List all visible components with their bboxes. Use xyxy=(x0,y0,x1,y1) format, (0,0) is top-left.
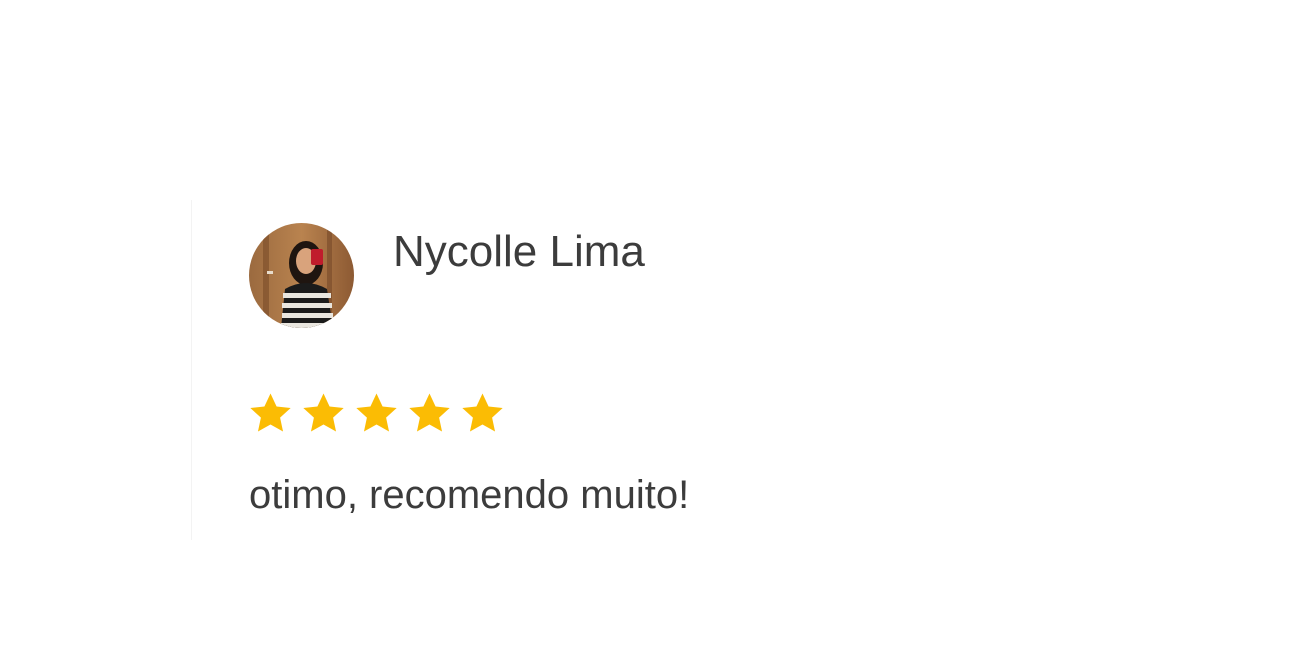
avatar[interactable] xyxy=(249,223,354,328)
review-card: Nycolle Lima otimo, recomendo muito! xyxy=(191,200,1315,540)
star-icon xyxy=(356,393,397,432)
review-text: otimo, recomendo muito! xyxy=(249,473,690,517)
star-icon xyxy=(409,393,450,432)
reviewer-name[interactable]: Nycolle Lima xyxy=(393,226,645,278)
star-icon xyxy=(462,393,503,432)
star-icon xyxy=(303,393,344,432)
star-rating xyxy=(247,390,506,440)
profile-photo-icon xyxy=(249,223,354,328)
star-icon xyxy=(250,393,291,432)
